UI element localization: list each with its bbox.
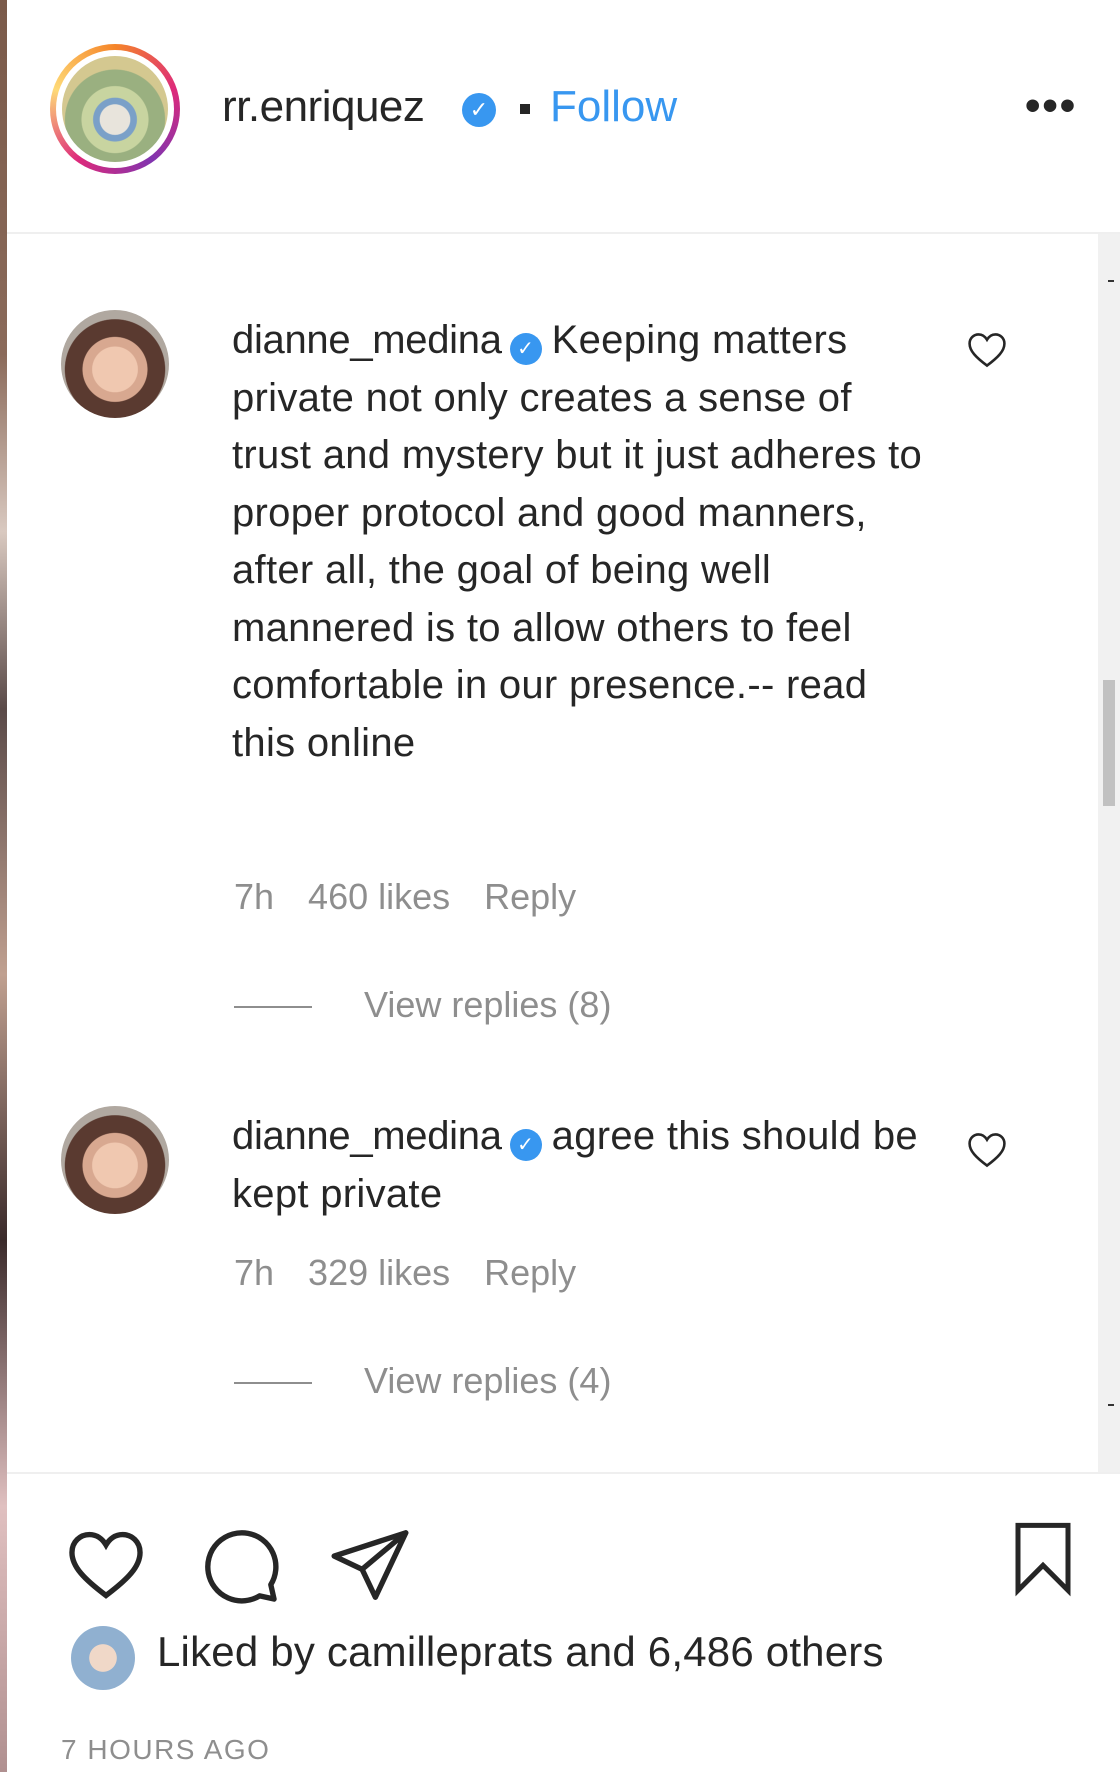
profile-avatar[interactable] xyxy=(50,44,180,174)
post-footer: Liked by camilleprats and 6,486 others 7… xyxy=(7,1472,1120,1774)
view-replies-button[interactable]: View replies (4) xyxy=(234,1360,611,1402)
comment-meta: 7h 329 likes Reply xyxy=(234,1252,610,1294)
verified-badge-icon: ✓ xyxy=(462,93,496,127)
view-replies-label: View replies (4) xyxy=(364,1360,612,1401)
separator-dot xyxy=(520,104,530,114)
comment-username[interactable]: dianne_medina xyxy=(232,1114,502,1158)
comments-scrollbar[interactable] xyxy=(1098,234,1120,1472)
liked-by-text[interactable]: Liked by camilleprats and 6,486 others xyxy=(157,1628,884,1676)
view-replies-button[interactable]: View replies (8) xyxy=(234,984,611,1026)
left-edge-strip xyxy=(0,0,7,1772)
view-replies-label: View replies (8) xyxy=(364,984,612,1025)
heart-outline-icon[interactable] xyxy=(965,1128,1009,1172)
paper-plane-icon[interactable] xyxy=(325,1522,415,1608)
comment-text: Keeping matters private not only creates… xyxy=(232,318,923,765)
reply-button[interactable]: Reply xyxy=(484,876,576,917)
heart-icon[interactable] xyxy=(61,1522,151,1608)
heart-outline-icon[interactable] xyxy=(965,328,1009,372)
scrollbar-thumb[interactable] xyxy=(1103,680,1115,806)
comment-body: dianne_medina ✓ Keeping matters private no… xyxy=(232,312,932,772)
comments-panel: dianne_medina ✓ Keeping matters private no… xyxy=(7,234,1097,1472)
verified-badge-icon: ✓ xyxy=(509,1129,542,1161)
comment-time: 7h xyxy=(234,876,275,917)
reply-button[interactable]: Reply xyxy=(484,1252,576,1293)
comment-likes[interactable]: 329 likes xyxy=(308,1252,450,1293)
bookmark-icon[interactable] xyxy=(1003,1514,1083,1600)
comment-time: 7h xyxy=(234,1252,275,1293)
scroll-up-arrow-icon[interactable] xyxy=(1108,280,1114,282)
comment-username[interactable]: dianne_medina xyxy=(232,318,502,362)
follow-button[interactable]: Follow xyxy=(550,82,677,132)
commenter-avatar[interactable] xyxy=(61,1106,169,1214)
replies-divider-line xyxy=(234,1006,312,1009)
comment-bubble-icon[interactable] xyxy=(197,1522,283,1608)
commenter-avatar[interactable] xyxy=(61,310,169,418)
post-timestamp: 7 HOURS AGO xyxy=(61,1734,271,1765)
scroll-down-arrow-icon[interactable] xyxy=(1108,1404,1114,1406)
replies-divider-line xyxy=(234,1382,312,1385)
verified-badge-icon: ✓ xyxy=(509,333,542,365)
post-header: rr.enriquez ✓ Follow ••• xyxy=(7,0,1120,234)
more-dots-icon[interactable]: ••• xyxy=(1025,84,1077,128)
comment-likes[interactable]: 460 likes xyxy=(308,876,450,917)
comment-meta: 7h 460 likes Reply xyxy=(234,876,610,918)
liked-by-avatar[interactable] xyxy=(71,1626,135,1690)
header-username[interactable]: rr.enriquez xyxy=(222,82,425,132)
comment-body: dianne_medina ✓ agree this should be kept … xyxy=(232,1108,932,1223)
